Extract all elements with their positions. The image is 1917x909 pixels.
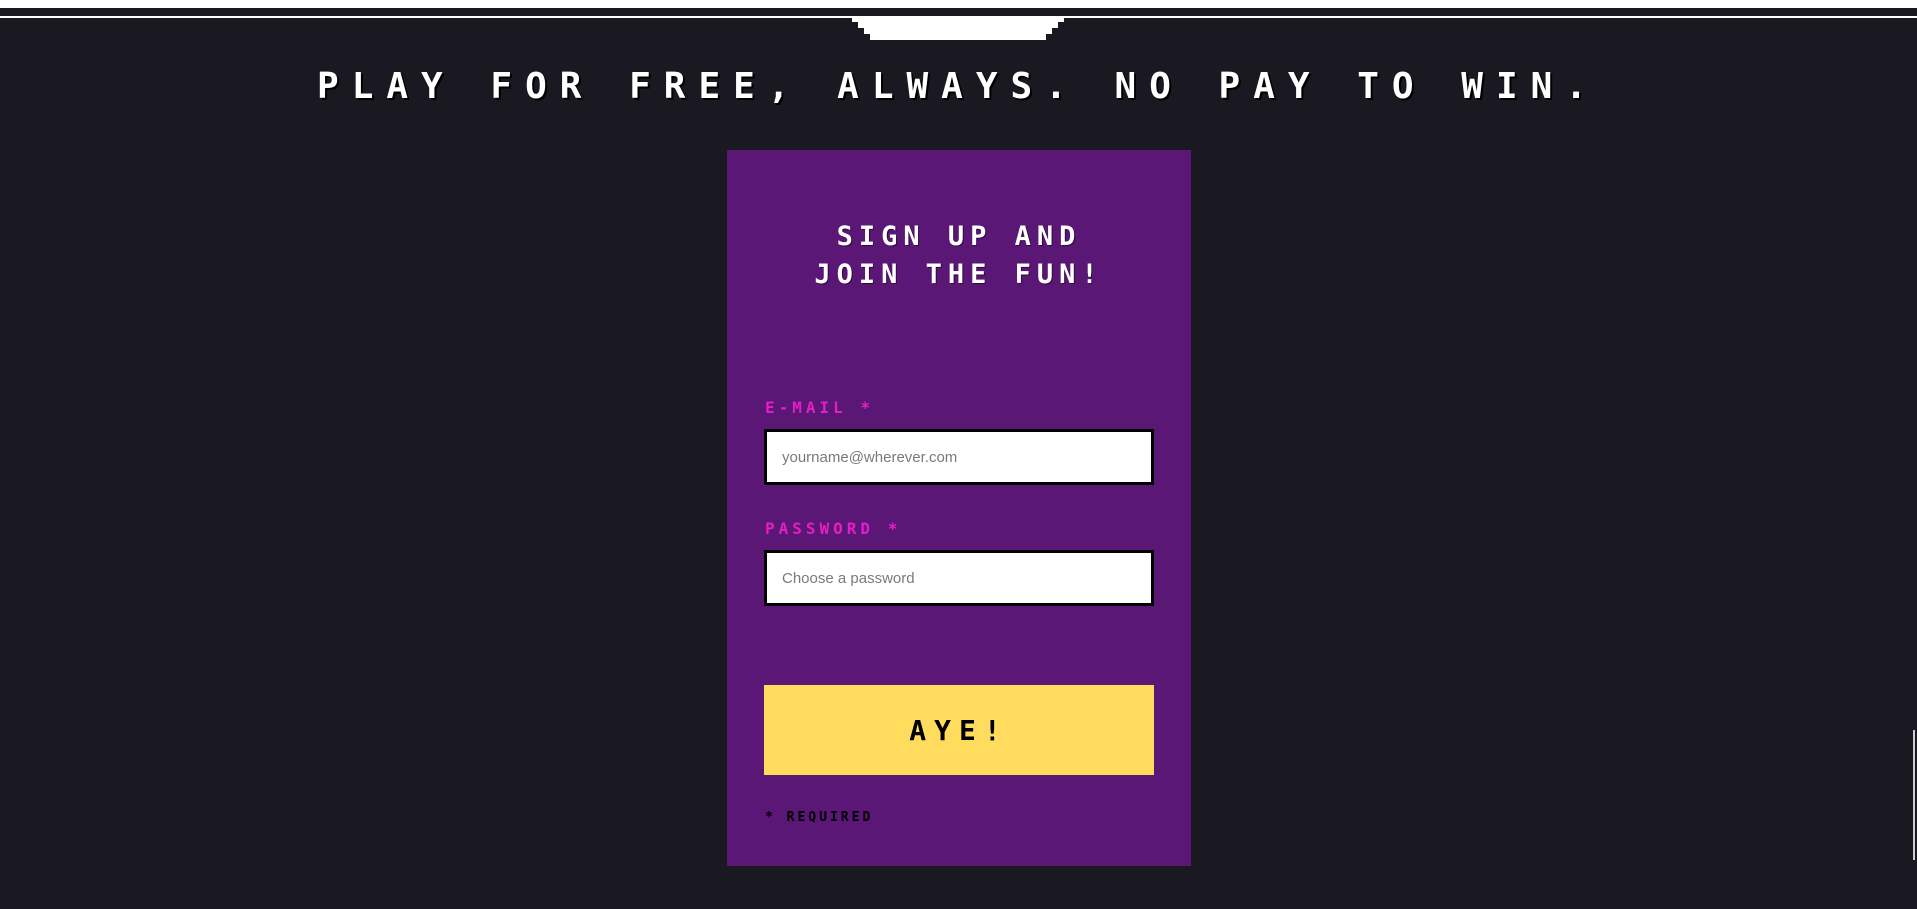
email-field[interactable] [764,429,1154,485]
submit-button[interactable]: AYE! [764,685,1154,775]
page: PLAY FOR FREE, ALWAYS. NO PAY TO WIN. SI… [0,0,1917,909]
headline: PLAY FOR FREE, ALWAYS. NO PAY TO WIN. [317,66,1600,107]
signup-card: SIGN UP AND JOIN THE FUN! E-MAIL * PASSW… [727,150,1191,866]
signup-title: SIGN UP AND JOIN THE FUN! [814,221,1104,290]
scrollbar-thumb[interactable] [1913,730,1915,860]
email-label: E-MAIL * [765,398,875,417]
header-tab-notch [852,16,1064,40]
top-border [0,0,1917,8]
password-label: PASSWORD * [765,519,902,538]
required-note: * REQUIRED [765,810,874,825]
password-field[interactable] [764,550,1154,606]
